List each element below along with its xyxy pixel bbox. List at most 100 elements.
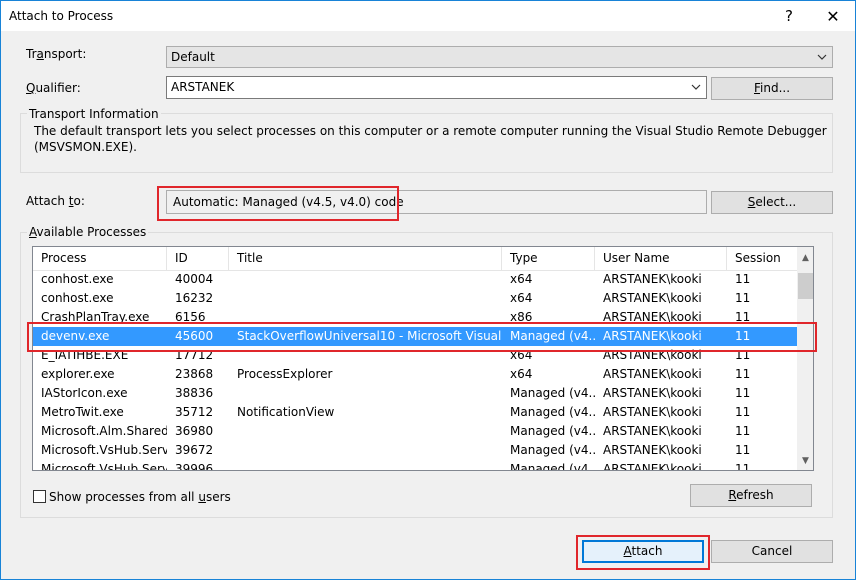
cell-process: Microsoft.VsHub.Serv.... [41,462,167,471]
cell-process: conhost.exe [41,272,114,286]
cell-type: Managed (v4.... [510,424,595,438]
attach-button[interactable]: Attach [582,540,704,563]
cell-id: 16232 [175,291,214,305]
transport-dropdown[interactable]: Default [166,46,833,68]
vertical-scrollbar[interactable]: ▲ ▼ [797,247,813,470]
cell-type: x64 [510,291,533,305]
cell-id: 40004 [175,272,214,286]
qualifier-input[interactable]: ARSTANEK [166,76,707,99]
cell-id: 36980 [175,424,214,438]
select-button[interactable]: Select... [711,191,833,214]
cell-title: NotificationView [237,405,335,419]
table-row[interactable]: conhost.exe 40004 x64 ARSTANEK\kooki 11 [33,270,797,289]
cell-type: Managed (v4.... [510,405,595,419]
close-button[interactable]: ✕ [811,2,855,31]
cell-session: 11 [735,291,751,305]
help-button[interactable]: ? [767,2,811,31]
cell-title [229,270,502,289]
cell-id: 39672 [175,443,214,457]
transport-info-group [20,113,833,173]
table-row[interactable]: Microsoft.VsHub.Serv.... 39672 Managed (v4… [33,441,797,460]
cell-user: ARSTANEK\kooki [603,405,702,419]
process-list-header: Process ID Title Type User Name Session [33,247,797,271]
cell-process: devenv.exe [41,329,110,343]
cell-user: ARSTANEK\kooki [603,443,702,457]
table-row[interactable]: CrashPlanTray.exe 6156 x86 ARSTANEK\kooki 11 [33,308,797,327]
cell-type: x64 [510,367,533,381]
cell-title [229,460,502,470]
cell-session: 11 [735,462,751,471]
cell-type: Managed (v4.... [510,386,595,400]
transport-info-text-line2: (MSVSMON.EXE). [34,140,137,154]
cell-title [229,384,502,403]
cell-session: 11 [735,329,751,343]
cell-id: 35712 [175,405,214,419]
cell-type: x86 [510,310,533,324]
cell-process: MetroTwit.exe [41,405,124,419]
scroll-up-icon[interactable]: ▲ [797,250,813,267]
transport-info-caption: Transport Information [27,107,161,121]
table-row[interactable]: MetroTwit.exe 35712 NotificationView Manage… [33,403,797,422]
find-button[interactable]: Find... [711,77,833,100]
cancel-button[interactable]: Cancel [711,540,833,563]
table-row[interactable]: devenv.exe 45600 StackOverflowUniversal10 … [33,327,797,346]
cell-type: Managed (v4.... [510,462,595,471]
cell-session: 11 [735,443,751,457]
table-row[interactable]: conhost.exe 16232 x64 ARSTANEK\kooki 11 [33,289,797,308]
transport-info-text-line1: The default transport lets you select pr… [34,124,827,138]
cell-process: E_IATIHBE.EXE [41,348,129,362]
cell-session: 11 [735,310,751,324]
table-row[interactable]: explorer.exe 23868 ProcessExplorer x64 ARSTA… [33,365,797,384]
cell-session: 11 [735,367,751,381]
title-bar: Attach to Process ? ✕ [1,1,855,31]
cell-session: 11 [735,424,751,438]
cell-process: IAStorIcon.exe [41,386,128,400]
refresh-button[interactable]: Refresh [690,484,812,507]
cell-process: Microsoft.Alm.Shared.... [41,424,167,438]
cell-title [229,441,502,460]
cell-user: ARSTANEK\kooki [603,272,702,286]
transport-label: Transport: [26,47,87,61]
cell-user: ARSTANEK\kooki [603,348,702,362]
cell-id: 17712 [175,348,214,362]
cell-id: 38836 [175,386,214,400]
window-title: Attach to Process [9,9,114,23]
cell-process: Microsoft.VsHub.Serv.... [41,443,167,457]
column-process[interactable]: Process [33,247,167,270]
table-row[interactable]: Microsoft.Alm.Shared.... 36980 Managed (v4… [33,422,797,441]
available-processes-caption: Available Processes [27,225,149,239]
cell-id: 39996 [175,462,214,471]
process-list[interactable]: Process ID Title Type User Name Session … [32,246,814,471]
qualifier-label: Qualifier: [26,81,81,95]
transport-value: Default [171,50,215,64]
cell-id: 45600 [175,329,214,343]
show-all-users-label[interactable]: Show processes from all users [49,490,231,504]
table-row[interactable]: E_IATIHBE.EXE 17712 x64 ARSTANEK\kooki 11 [33,346,797,365]
cell-id: 6156 [175,310,206,324]
cell-user: ARSTANEK\kooki [603,424,702,438]
cell-session: 11 [735,386,751,400]
cell-user: ARSTANEK\kooki [603,367,702,381]
cell-type: Managed (v4.... [510,329,595,343]
cell-session: 11 [735,272,751,286]
scroll-down-icon[interactable]: ▼ [797,453,813,470]
cell-type: x64 [510,272,533,286]
column-type[interactable]: Type [502,247,595,270]
qualifier-value: ARSTANEK [171,80,235,94]
column-id[interactable]: ID [167,247,229,270]
cell-title [229,308,502,327]
chevron-down-icon [817,54,827,60]
attach-to-label: Attach to: [26,194,85,208]
scrollbar-thumb[interactable] [798,273,813,299]
column-title[interactable]: Title [229,247,502,270]
column-session[interactable]: Session [727,247,797,270]
cell-title [229,346,502,365]
table-row[interactable]: Microsoft.VsHub.Serv.... 39996 Managed (v4… [33,460,797,471]
column-user-name[interactable]: User Name [595,247,727,270]
chevron-down-icon [691,84,701,90]
cell-user: ARSTANEK\kooki [603,291,702,305]
cell-user: ARSTANEK\kooki [603,386,702,400]
cell-type: Managed (v4.... [510,443,595,457]
show-all-users-checkbox[interactable] [33,490,46,503]
table-row[interactable]: IAStorIcon.exe 38836 Managed (v4.... ARSTAN… [33,384,797,403]
